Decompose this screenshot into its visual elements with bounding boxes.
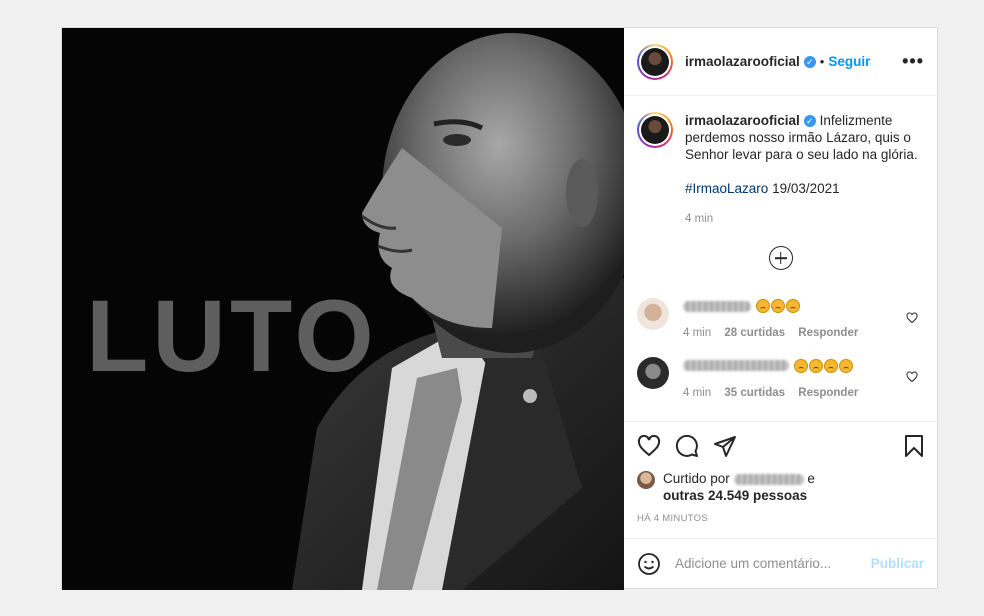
sad-emoji-icon — [793, 358, 808, 373]
liked-by-prefix: Curtido por — [663, 471, 730, 486]
liker-avatar[interactable] — [637, 471, 655, 489]
comment-icon[interactable] — [675, 434, 699, 458]
avatar[interactable] — [637, 43, 673, 80]
caption-time: 4 min — [685, 213, 714, 225]
caption-date: 19/03/2021 — [772, 181, 840, 196]
post-caption: irmaolazarooficial ✓ Infelizmente perdemo… — [637, 112, 924, 228]
caption-username[interactable]: irmaolazarooficial — [685, 113, 800, 128]
redacted-username[interactable] — [683, 300, 751, 312]
add-comment-bar: Adicione um comentário... Publicar — [624, 538, 938, 588]
redacted-liker[interactable] — [733, 473, 804, 485]
verified-icon: ✓ — [803, 115, 816, 128]
emoji-icon[interactable] — [637, 552, 661, 576]
sad-emoji-icon — [770, 299, 785, 314]
comment-likes[interactable]: 28 curtidas — [724, 327, 785, 339]
sad-emoji-icon — [823, 358, 838, 373]
comment-input[interactable]: Adicione um comentário... — [675, 556, 871, 571]
post-timestamp[interactable]: HÁ 4 MINUTOS — [624, 513, 938, 524]
post-image[interactable]: LUTO — [62, 28, 624, 590]
share-icon[interactable] — [713, 434, 737, 458]
publish-button[interactable]: Publicar — [871, 556, 924, 571]
header-username[interactable]: irmaolazarooficial — [685, 54, 800, 69]
bookmark-icon[interactable] — [902, 434, 926, 458]
action-bar — [624, 422, 938, 470]
likes-summary: Curtido por e outras 24.549 pessoas — [624, 470, 938, 504]
liked-by-conj: e — [807, 471, 815, 486]
comment-likes[interactable]: 35 curtidas — [724, 387, 785, 399]
comment-time: 4 min — [683, 386, 712, 399]
comment-avatar[interactable] — [637, 298, 669, 330]
luto-overlay-text: LUTO — [86, 279, 378, 393]
likes-others-count[interactable]: outras 24.549 pessoas — [663, 488, 807, 503]
hashtag-link[interactable]: #IrmaoLazaro — [685, 181, 768, 196]
more-options-icon[interactable]: ••• — [902, 51, 924, 72]
sad-emoji-icon — [808, 358, 823, 373]
plus-circle-icon[interactable] — [768, 246, 793, 270]
reply-button[interactable]: Responder — [798, 387, 858, 399]
sad-emoji-icon — [785, 299, 800, 314]
verified-icon: ✓ — [803, 55, 816, 68]
heart-icon[interactable] — [906, 371, 918, 383]
post-header: irmaolazarooficial ✓ • Seguir ••• — [624, 28, 938, 96]
load-more-comments[interactable] — [637, 246, 924, 270]
instagram-post: LUTO irmaolazarooficial ✓ • Seguir ••• i… — [61, 27, 938, 590]
sad-emoji-icon — [838, 358, 853, 373]
caption-avatar[interactable] — [637, 112, 673, 148]
heart-icon[interactable] — [906, 312, 918, 324]
post-sidebar: irmaolazarooficial ✓ • Seguir ••• irmaol… — [624, 28, 938, 588]
comment-item: 4 min 35 curtidas Responder — [637, 357, 924, 399]
reply-button[interactable]: Responder — [798, 327, 858, 339]
sad-emoji-icon — [755, 299, 770, 314]
comments-section: irmaolazarooficial ✓ Infelizmente perdemo… — [624, 96, 938, 422]
comment-time: 4 min — [683, 327, 712, 340]
comment-avatar[interactable] — [637, 357, 669, 390]
heart-icon[interactable] — [637, 434, 661, 458]
separator-dot: • — [819, 54, 825, 69]
redacted-username[interactable] — [683, 360, 789, 372]
follow-button[interactable]: Seguir — [828, 54, 870, 69]
comment-item: 4 min 28 curtidas Responder — [637, 298, 924, 339]
